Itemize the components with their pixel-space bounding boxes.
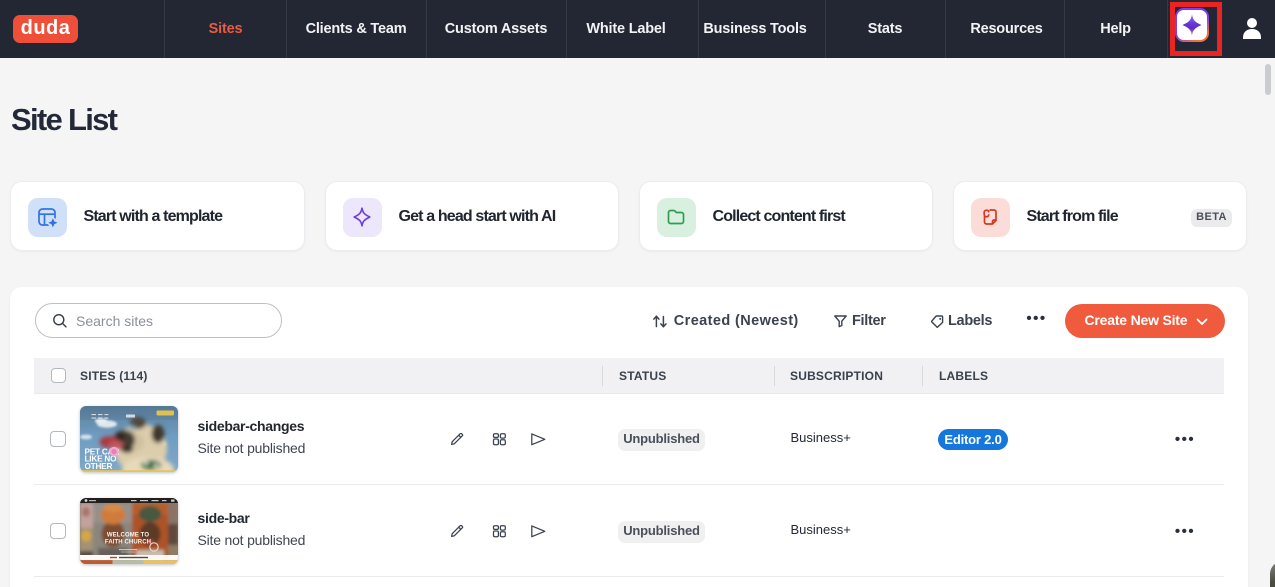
svg-text:FAITH CHURCH: FAITH CHURCH <box>105 539 151 545</box>
svg-text:WELCOME TO: WELCOME TO <box>107 532 149 538</box>
svg-text:OTHER: OTHER <box>85 461 113 470</box>
